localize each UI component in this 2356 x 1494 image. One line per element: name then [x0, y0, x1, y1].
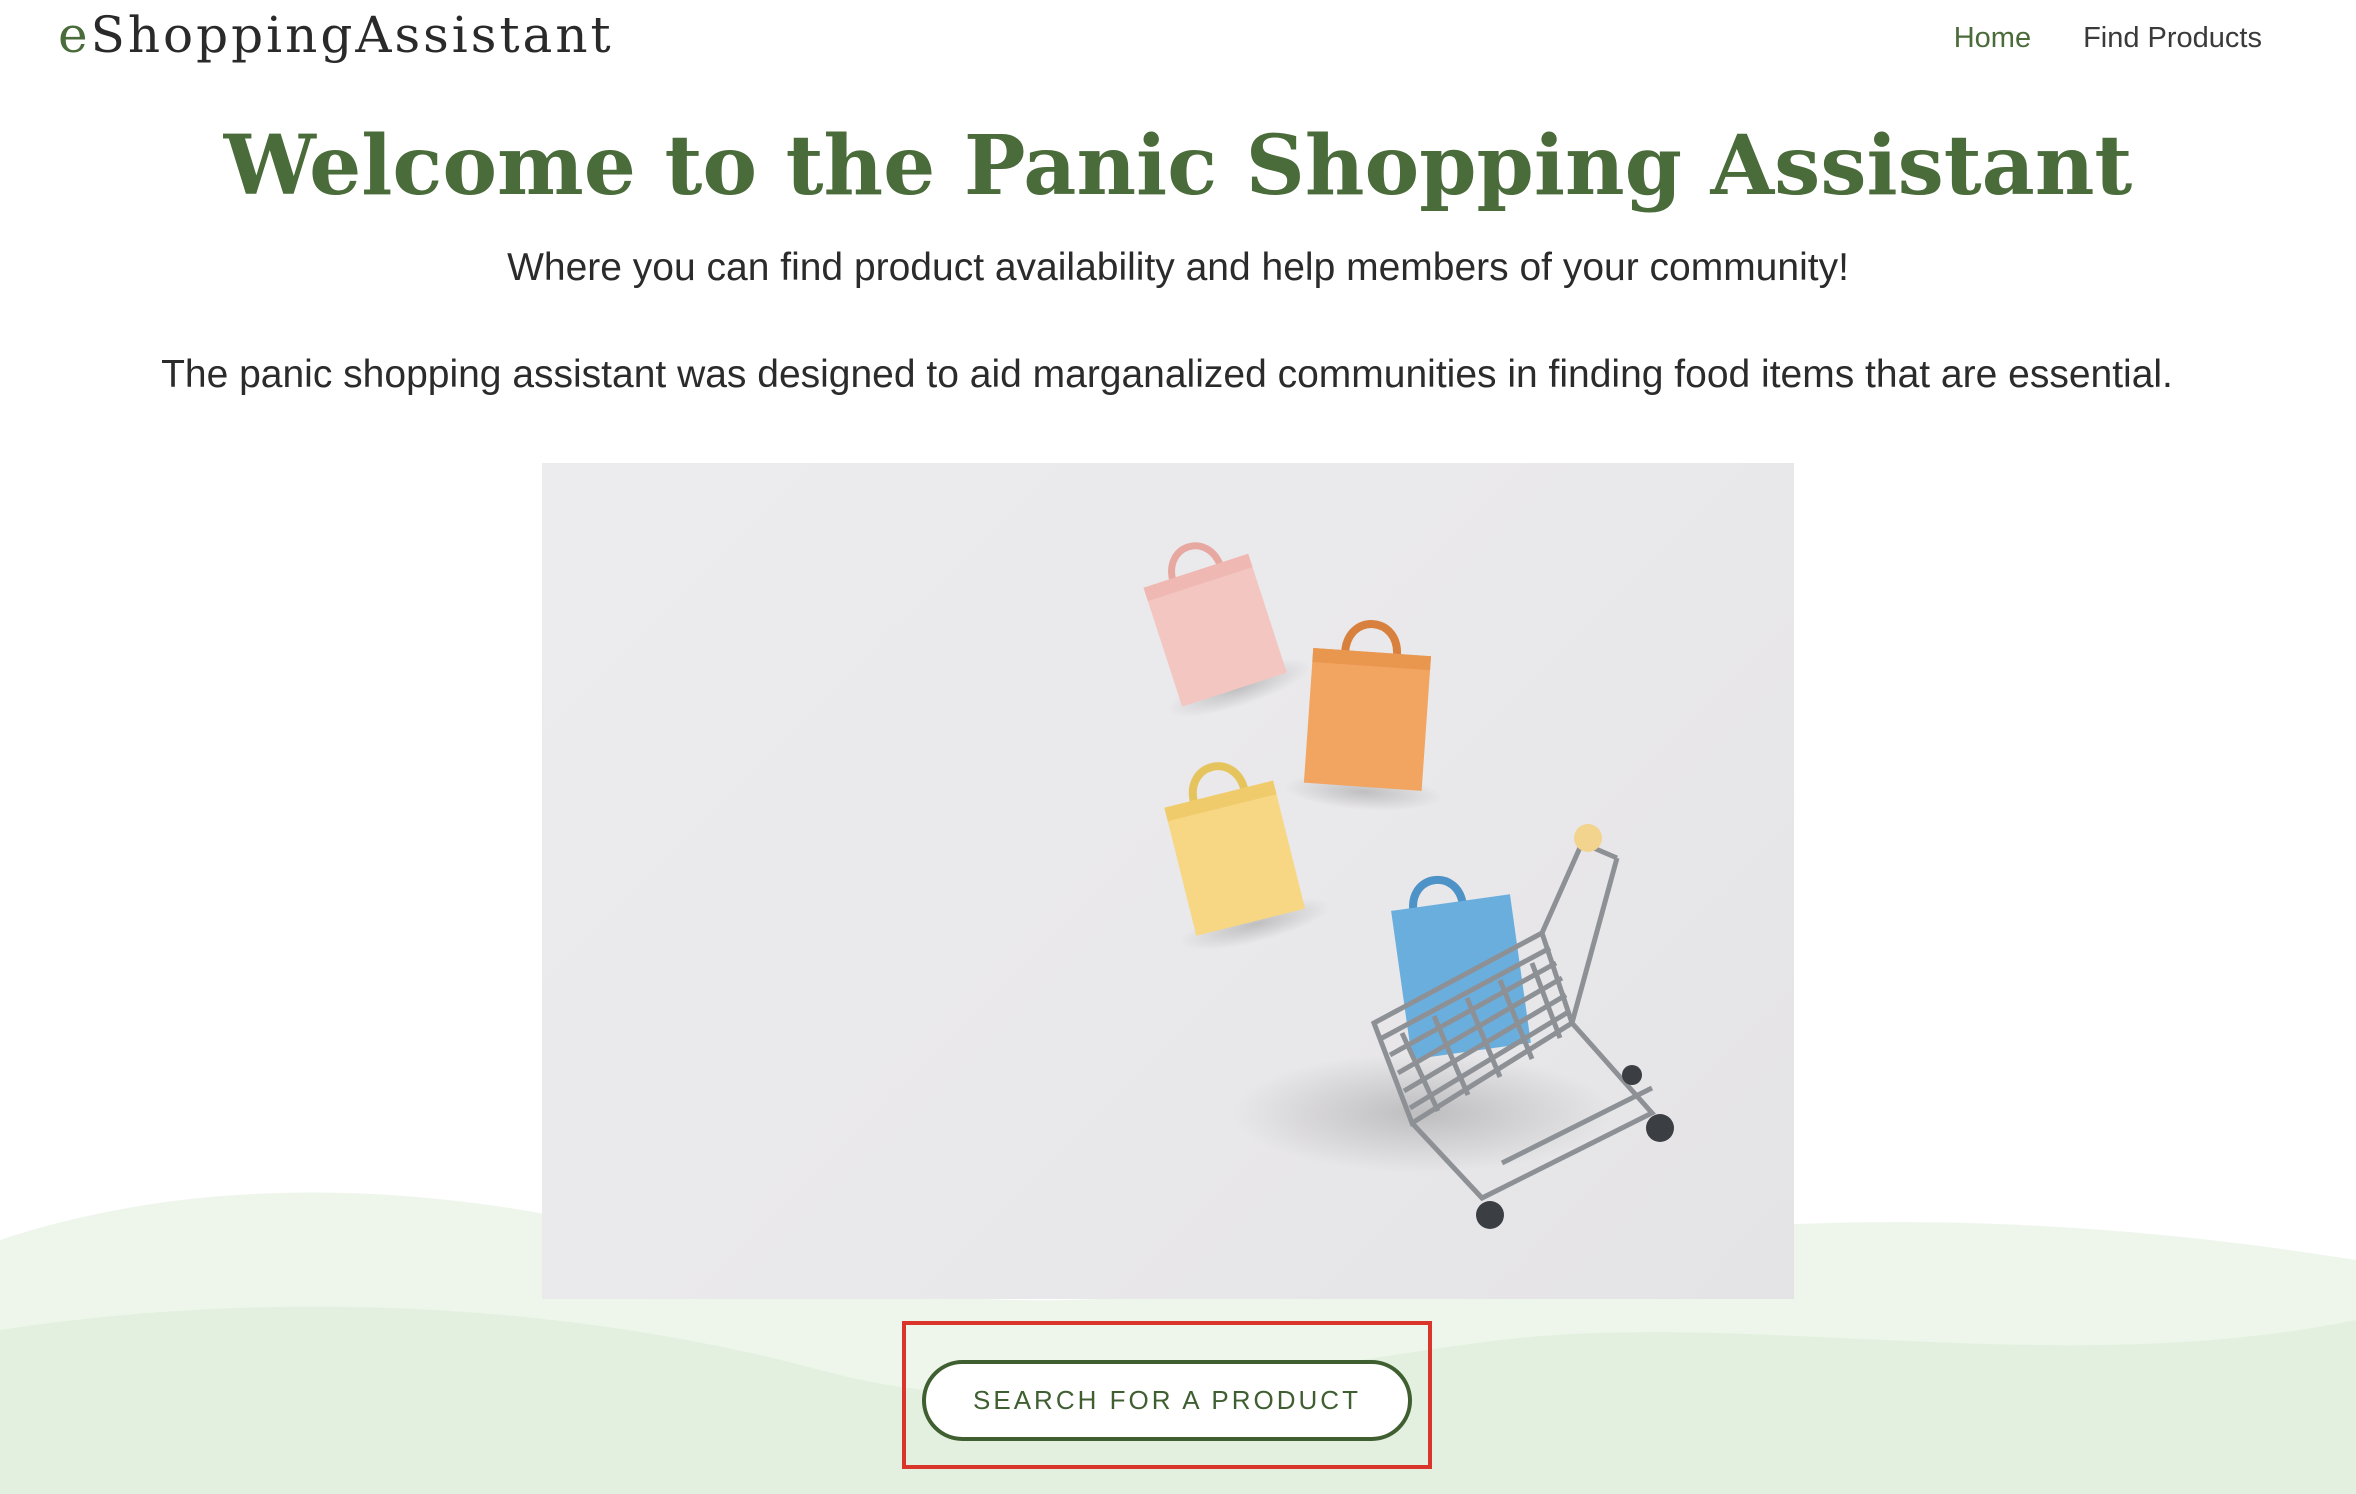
- site-header: eShoppingAssistant Home Find Products: [0, 0, 2356, 90]
- pink-bag-icon: [1143, 542, 1311, 717]
- brand-logo[interactable]: eShoppingAssistant: [58, 6, 614, 64]
- orange-bag-icon: [1283, 620, 1444, 811]
- main-nav: Home Find Products: [1954, 22, 2262, 55]
- nav-find-products-link[interactable]: Find Products: [2083, 22, 2262, 55]
- search-for-product-button[interactable]: SEARCH FOR A PRODUCT: [922, 1360, 1412, 1441]
- page-description: The panic shopping assistant was designe…: [161, 353, 2173, 396]
- page-subtitle: Where you can find product availability …: [507, 246, 1849, 289]
- nav-home-link[interactable]: Home: [1954, 22, 2031, 55]
- page-title: Welcome to the Panic Shopping Assistant: [223, 118, 2133, 214]
- brand-first-letter: e: [58, 6, 91, 64]
- brand-name: ShoppingAssistant: [90, 6, 614, 64]
- cart-handle-icon: [1574, 824, 1602, 852]
- hero-image: [542, 463, 1794, 1299]
